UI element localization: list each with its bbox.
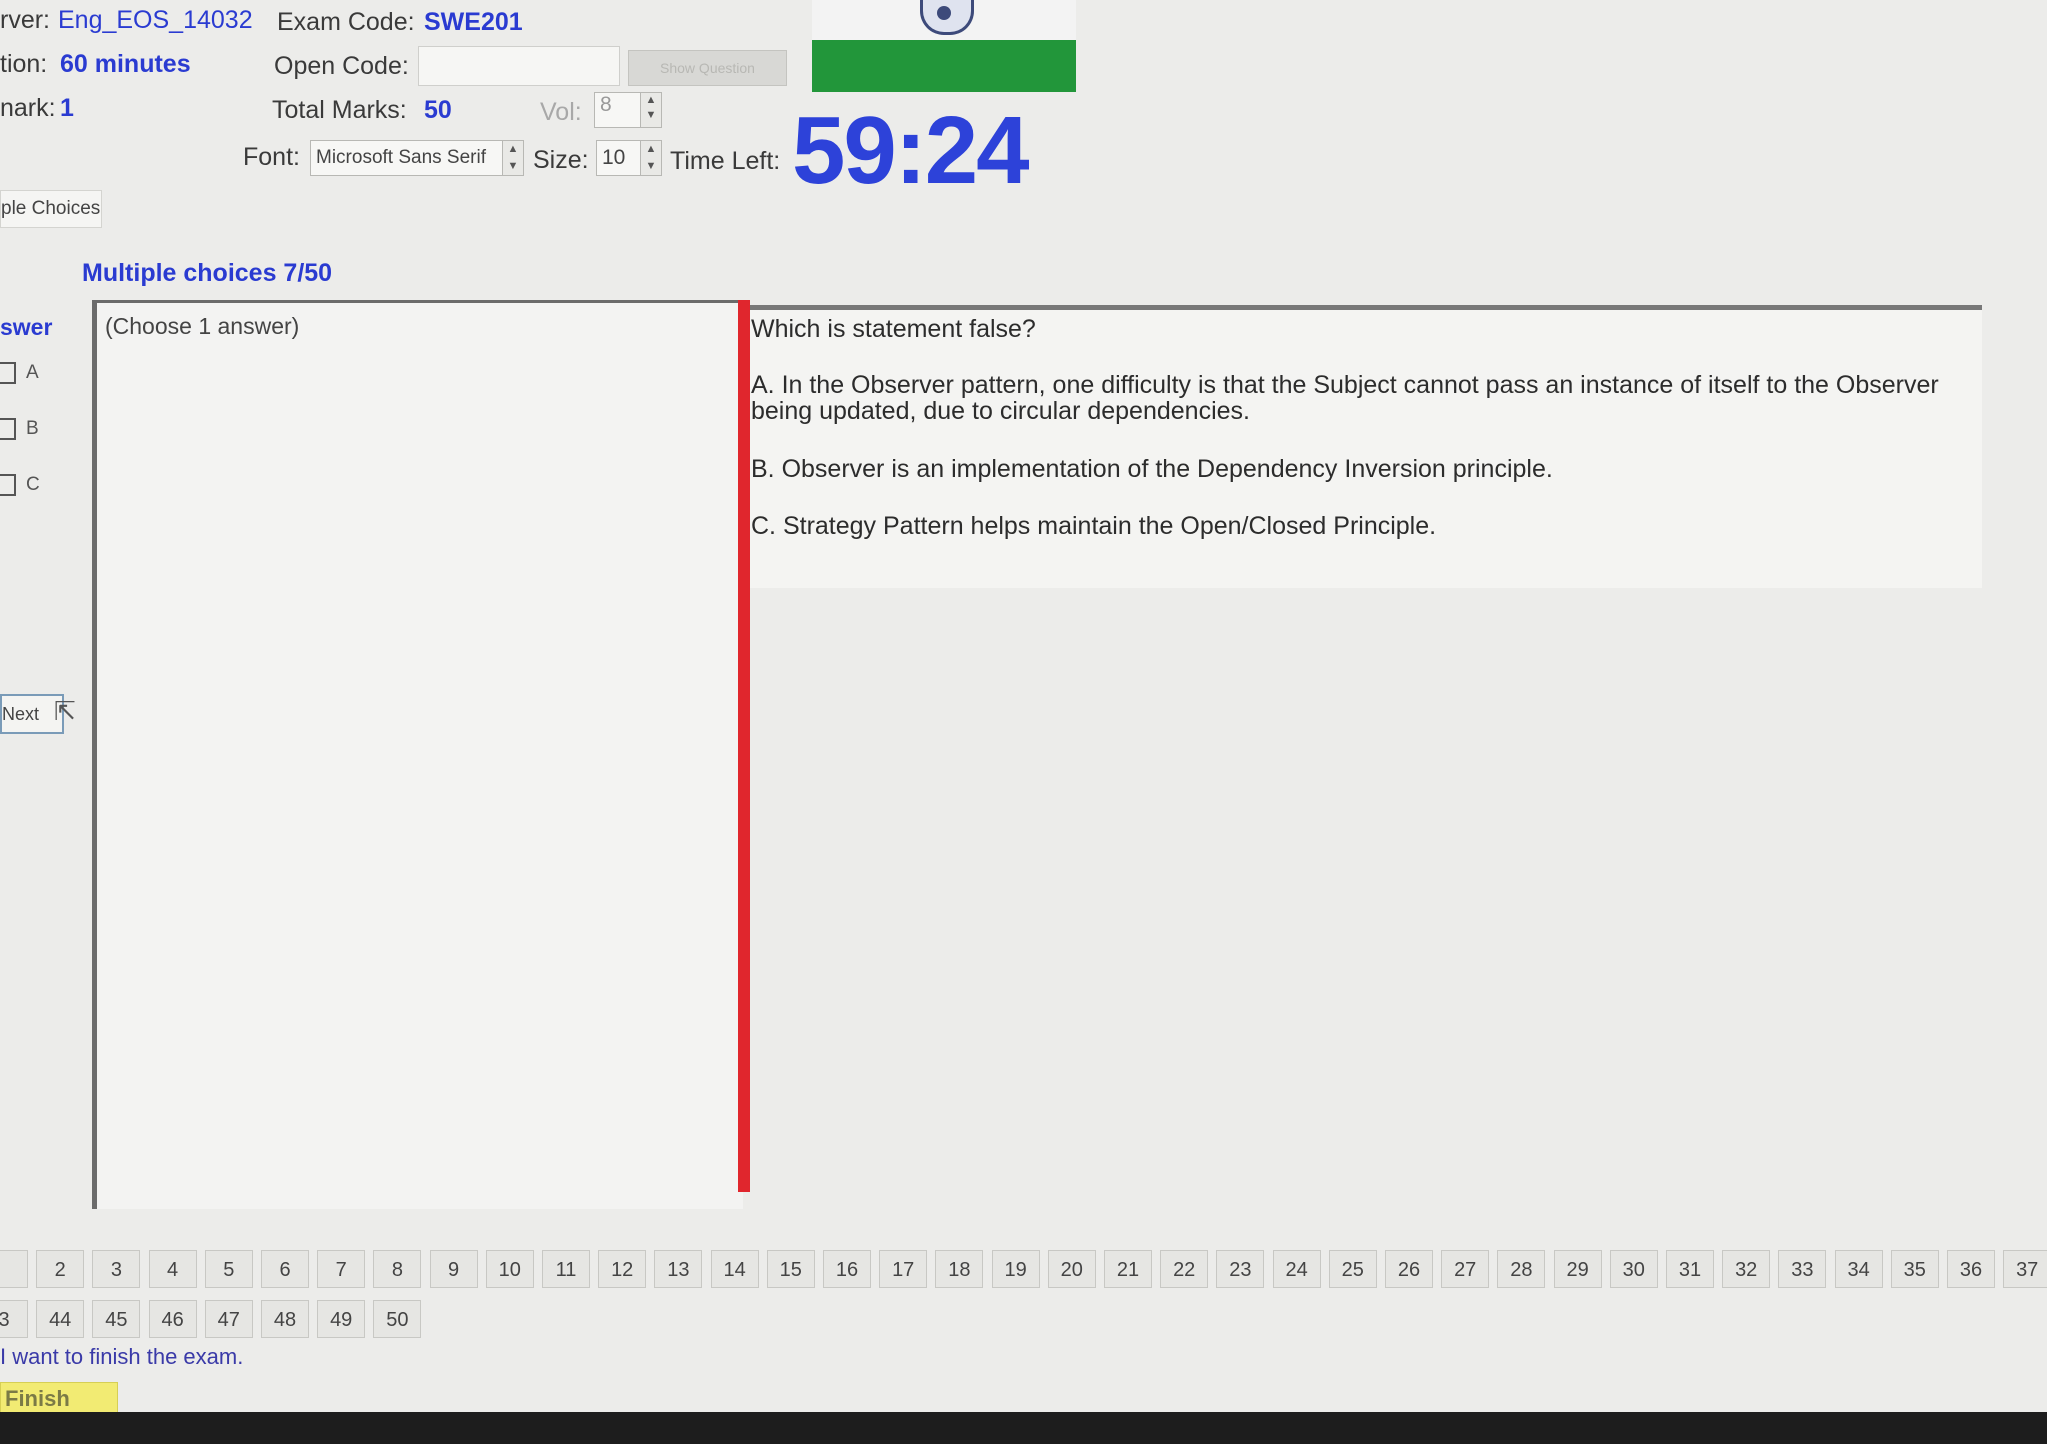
question-nav-button[interactable]: 13 — [654, 1250, 703, 1288]
answer-heading: swer — [0, 314, 53, 340]
question-nav-button[interactable]: 34 — [1834, 1250, 1883, 1288]
question-nav-button[interactable] — [0, 1250, 28, 1288]
instruction-text: (Choose 1 answer) — [105, 313, 300, 339]
question-option-b: B. Observer is an implementation of the … — [751, 455, 1553, 483]
spinner-arrows-icon[interactable]: ▲ ▼ — [502, 141, 523, 175]
question-nav-button[interactable]: 45 — [92, 1300, 141, 1338]
size-value: 10 — [602, 146, 626, 169]
question-nav-button[interactable]: 15 — [766, 1250, 815, 1288]
panel-divider[interactable] — [738, 300, 750, 1192]
time-left-label: Time Left: — [670, 147, 781, 175]
question-nav-button[interactable]: 50 — [373, 1300, 422, 1338]
size-label: Size: — [533, 146, 589, 174]
monitor-bezel — [0, 1412, 2047, 1444]
question-nav-button[interactable]: 36 — [1947, 1250, 1995, 1288]
vol-value: 8 — [600, 93, 612, 116]
question-nav-button[interactable]: 31 — [1666, 1250, 1714, 1288]
open-code-input[interactable] — [418, 46, 620, 86]
question-nav-button[interactable]: 10 — [485, 1250, 534, 1288]
question-nav-button[interactable]: 7 — [317, 1250, 366, 1288]
progress-bar — [812, 40, 1076, 92]
question-nav-button[interactable]: 12 — [598, 1250, 647, 1288]
vol-spinner[interactable]: 8 ▲ ▼ — [594, 92, 662, 128]
checkbox-b[interactable] — [0, 418, 16, 440]
mouse-cursor-icon: ⇱ — [54, 696, 76, 726]
question-nav-button[interactable]: 35 — [1890, 1250, 1939, 1288]
question-nav-button[interactable]: 6 — [261, 1250, 309, 1288]
answer-option-c-label: C — [26, 474, 40, 496]
next-label: Next — [2, 704, 40, 724]
total-marks-label: Total Marks: — [272, 96, 407, 124]
question-nav-button[interactable]: 2 — [36, 1250, 85, 1288]
question-nav-button[interactable]: 33 — [1778, 1250, 1827, 1288]
question-nav-button[interactable]: 27 — [1441, 1250, 1490, 1288]
question-nav-button[interactable]: 11 — [542, 1250, 590, 1288]
question-nav-button[interactable]: 37 — [2003, 1250, 2047, 1288]
finish-confirm-text[interactable]: I want to finish the exam. — [0, 1344, 243, 1370]
show-question-button[interactable]: Show Question — [628, 50, 787, 86]
question-nav-button[interactable]: 16 — [823, 1250, 871, 1288]
question-text: Which is statement false? — [751, 315, 1036, 343]
question-nav-button[interactable]: 44 — [36, 1300, 85, 1338]
question-nav-button[interactable]: 3 — [92, 1250, 141, 1288]
tab-multiple-choices[interactable]: ple Choices — [0, 190, 102, 228]
open-code-label: Open Code: — [274, 52, 409, 80]
duration-label: tion: — [0, 50, 48, 78]
exam-code-label: Exam Code: — [277, 8, 415, 36]
total-marks-value: 50 — [424, 96, 452, 124]
question-option-c: C. Strategy Pattern helps maintain the O… — [751, 512, 1437, 540]
question-nav-button[interactable]: 25 — [1328, 1250, 1377, 1288]
checkbox-c[interactable] — [0, 474, 16, 496]
question-nav-button[interactable]: 19 — [991, 1250, 1040, 1288]
question-nav-button[interactable]: 18 — [935, 1250, 984, 1288]
answer-option-b-label: B — [26, 418, 39, 440]
question-nav-button[interactable]: 32 — [1722, 1250, 1771, 1288]
mark-value: 1 — [60, 94, 74, 122]
vol-label: Vol: — [540, 98, 582, 126]
question-nav-button[interactable]: 49 — [317, 1300, 366, 1338]
answer-option-b[interactable]: B — [0, 418, 39, 440]
section-title: Multiple choices 7/50 — [82, 259, 333, 287]
duration-value: 60 minutes — [60, 50, 191, 78]
question-nav-button[interactable]: 29 — [1553, 1250, 1602, 1288]
spinner-arrows-icon[interactable]: ▲ ▼ — [640, 141, 661, 175]
question-nav-button[interactable]: 5 — [204, 1250, 253, 1288]
server-label: rver: — [0, 6, 50, 34]
finish-button[interactable]: Finish — [0, 1382, 118, 1416]
size-spinner[interactable]: 10 ▲ ▼ — [596, 140, 662, 176]
question-nav-button[interactable]: 20 — [1047, 1250, 1096, 1288]
question-nav-button[interactable]: 23 — [1216, 1250, 1265, 1288]
question-nav-button[interactable]: 46 — [148, 1300, 197, 1338]
font-select[interactable]: Microsoft Sans Serif ▲ ▼ — [310, 140, 524, 176]
countdown-timer: 59:24 — [792, 97, 1030, 204]
question-option-a: A. In the Observer pattern, one difficul… — [751, 371, 1939, 425]
mark-label: nark: — [0, 94, 56, 122]
question-nav-button[interactable]: 26 — [1385, 1250, 1433, 1288]
exam-code-value: SWE201 — [424, 8, 523, 36]
question-nav-button[interactable]: 3 — [0, 1300, 28, 1338]
question-nav-button[interactable]: 4 — [148, 1250, 197, 1288]
answer-option-c[interactable]: C — [0, 474, 40, 496]
question-nav-button[interactable]: 17 — [879, 1250, 928, 1288]
question-nav-button[interactable]: 24 — [1272, 1250, 1321, 1288]
checkbox-a[interactable] — [0, 362, 16, 384]
question-nav-button[interactable]: 48 — [261, 1300, 309, 1338]
question-nav-button[interactable]: 22 — [1160, 1250, 1209, 1288]
question-nav-button[interactable]: 14 — [710, 1250, 759, 1288]
spinner-arrows-icon[interactable]: ▲ ▼ — [640, 93, 661, 127]
font-value: Microsoft Sans Serif — [316, 147, 486, 168]
question-nav-button[interactable]: 21 — [1104, 1250, 1152, 1288]
server-value: Eng_EOS_14032 — [58, 6, 253, 34]
question-nav-button[interactable]: 28 — [1497, 1250, 1546, 1288]
font-label: Font: — [243, 143, 300, 171]
question-panel: Which is statement false? A. In the Obse… — [750, 305, 1982, 588]
question-nav-button[interactable]: 9 — [429, 1250, 478, 1288]
question-nav-button[interactable]: 8 — [373, 1250, 422, 1288]
answer-option-a-label: A — [26, 362, 39, 384]
instruction-panel: (Choose 1 answer) — [92, 300, 743, 1209]
answer-option-a[interactable]: A — [0, 362, 39, 384]
question-nav-button[interactable]: 47 — [204, 1300, 253, 1338]
question-nav-button[interactable]: 30 — [1609, 1250, 1658, 1288]
